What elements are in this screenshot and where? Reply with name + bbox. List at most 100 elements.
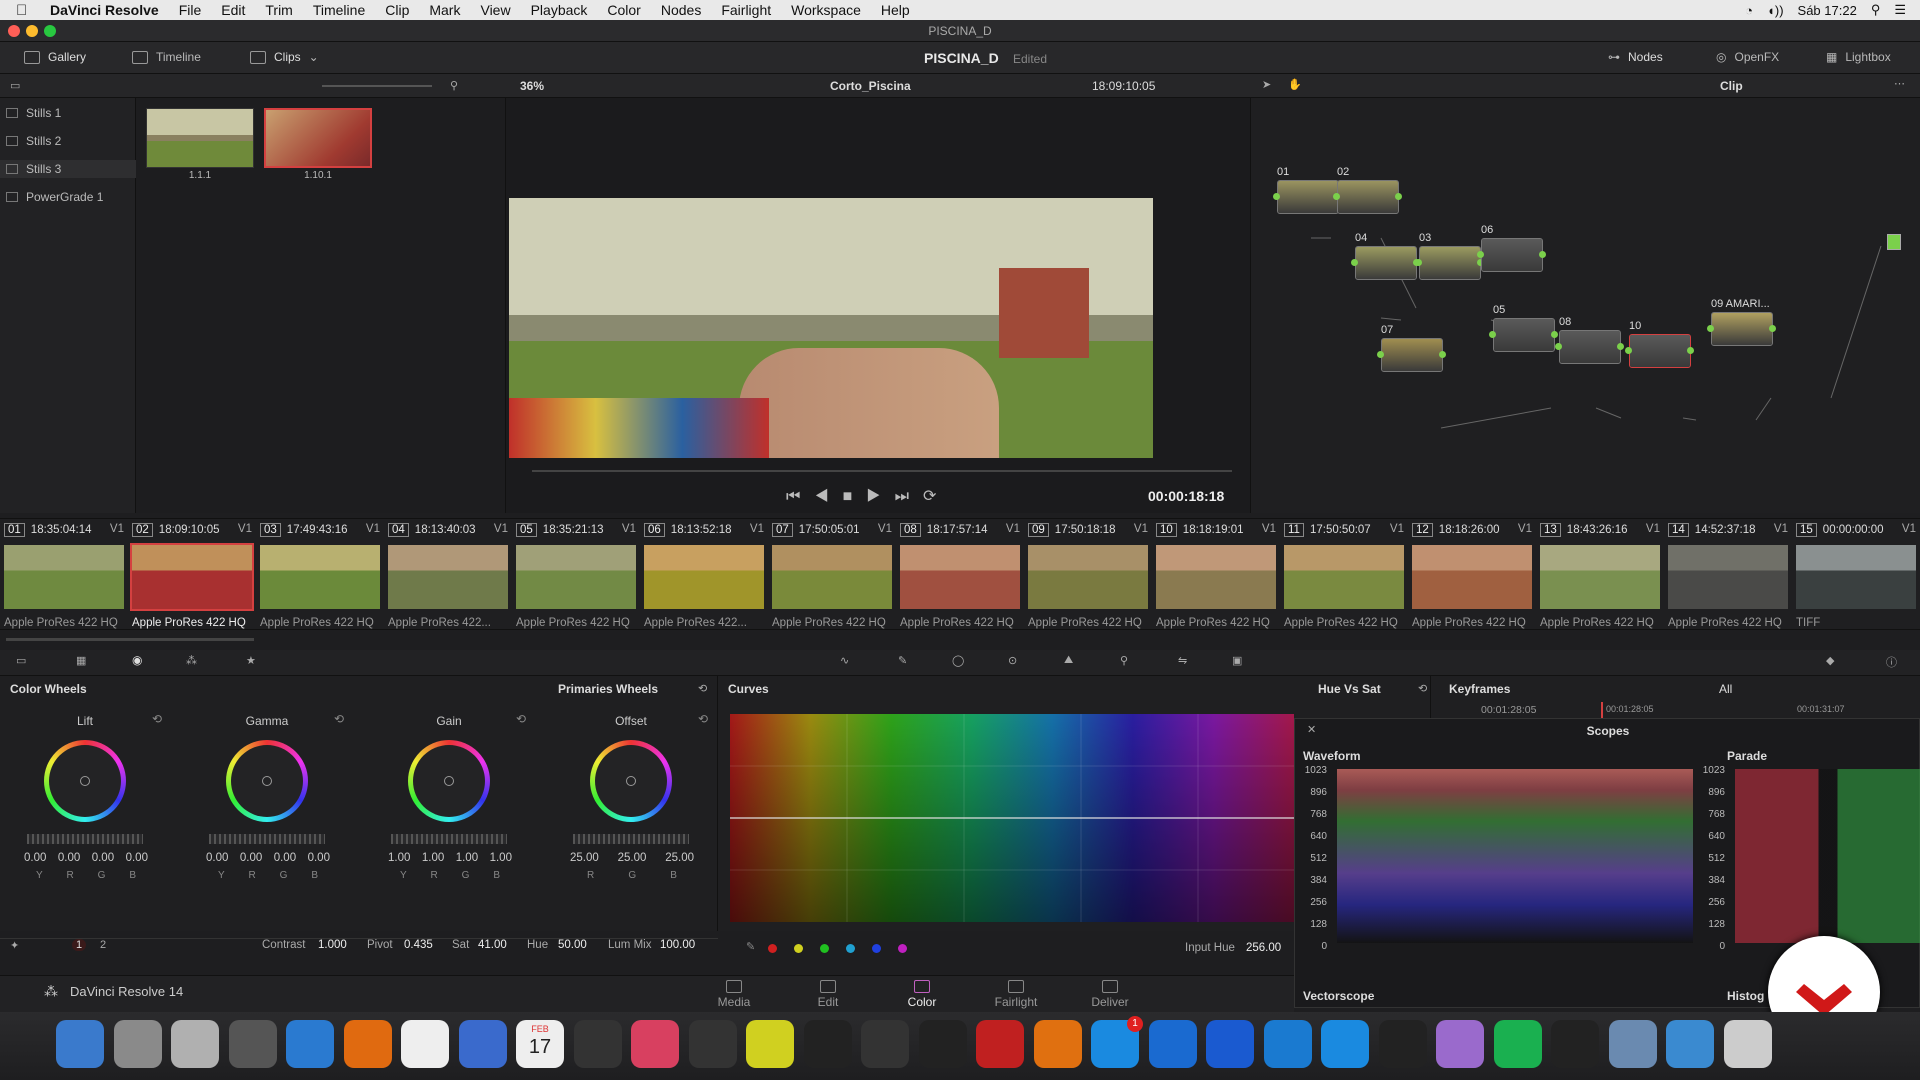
clip-04[interactable]: 04 18:13:40:03 V1 Apple ProRes 422... [384,519,512,631]
clip-05[interactable]: 05 18:35:21:13 V1 Apple ProRes 422 HQ [512,519,640,631]
clip-name-dropdown[interactable]: Corto_Piscina [830,79,911,93]
curve-mode-dropdown[interactable]: Hue Vs Sat [1318,682,1381,696]
node-output-dot[interactable] [1769,325,1776,332]
lightbox-tab[interactable]: ▦ Lightbox [1826,50,1891,64]
reset-icon[interactable]: ⟲ [152,712,162,726]
list-icon[interactable]: ☰ [1894,2,1906,18]
sat-value[interactable]: 41.00 [478,939,507,951]
dock-app-icon[interactable] [113,1020,162,1068]
master-wheel[interactable] [27,834,143,844]
menu-item-workspace[interactable]: Workspace [791,2,861,18]
node-input-dot[interactable] [1351,259,1358,266]
clip-03[interactable]: 03 17:49:43:16 V1 Apple ProRes 422 HQ [256,519,384,631]
stills-album-3[interactable]: Stills 3 [0,160,136,178]
wheel-value[interactable]: 0.00 [240,852,262,864]
wheel-value[interactable]: 0.00 [206,852,228,864]
wheel-value[interactable]: 1.00 [490,852,512,864]
node-03[interactable] [1419,246,1481,280]
color-match-icon[interactable]: ▦ [76,654,86,667]
clip-thumbnail[interactable] [772,545,892,609]
wheel-value[interactable]: 0.00 [126,852,148,864]
clip-thumbnail[interactable] [1540,545,1660,609]
clip-thumbnail[interactable] [1156,545,1276,609]
node-09[interactable] [1711,312,1773,346]
search-icon[interactable]: ⚲ [450,79,458,92]
clip-thumbnail[interactable] [1028,545,1148,609]
node-output-dot[interactable] [1395,193,1402,200]
dock-app-icon[interactable] [1033,1020,1082,1068]
dock-app-icon[interactable] [918,1020,967,1068]
node-input-dot[interactable] [1489,331,1496,338]
zoom-level[interactable]: 36% [520,79,544,93]
dock-app-icon[interactable] [1436,1020,1484,1068]
node-input-dot[interactable] [1625,347,1632,354]
hand-icon[interactable]: ✋ [1288,78,1302,91]
wheels-mode-dropdown[interactable]: Primaries Wheels [558,682,658,696]
still-thumbnail-selected[interactable] [264,108,372,168]
clip-thumbnail[interactable] [4,545,124,609]
node-mode-dropdown[interactable]: Clip [1720,79,1743,93]
wifi-icon[interactable]: ◔ [1745,3,1753,18]
cyan-swatch[interactable] [846,944,855,953]
menu-item-clip[interactable]: Clip [385,2,409,18]
apple-icon[interactable]:  [16,2,36,19]
node-output-dot[interactable] [1617,343,1624,350]
input-hue-value[interactable]: 256.00 [1246,942,1281,954]
clip-11[interactable]: 11 17:50:50:07 V1 Apple ProRes 422 HQ [1280,519,1408,631]
clip-02[interactable]: 02 18:09:10:05 V1 Apple ProRes 422 HQ [128,519,256,631]
red-swatch[interactable] [768,944,777,953]
clip-thumbnail[interactable] [900,545,1020,609]
dock-app-icon[interactable] [1608,1020,1657,1068]
clip-06[interactable]: 06 18:13:52:18 V1 Apple ProRes 422... [640,519,768,631]
curve-graph[interactable] [730,714,1294,922]
node-input-dot[interactable] [1555,343,1562,350]
menu-item-help[interactable]: Help [881,2,910,18]
lum-mix-value[interactable]: 100.00 [660,939,695,951]
vectorscope-dropdown[interactable]: Vectorscope [1303,989,1374,1003]
menu-item-color[interactable]: Color [607,2,640,18]
pivot-value[interactable]: 0.435 [404,939,433,951]
wheel-value[interactable]: 25.00 [665,852,694,864]
node-08[interactable] [1559,330,1621,364]
node-output-dot[interactable] [1539,251,1546,258]
dock-app-icon[interactable] [1551,1020,1599,1068]
transport-controls[interactable]: ⏮◀■▶⏭⟳ [786,486,950,506]
page-1-button[interactable]: 1 [72,939,87,951]
3d-icon[interactable]: ▣ [1232,654,1242,667]
dock-app-icon[interactable]: FEB 17 [516,1020,564,1068]
node-input-dot[interactable] [1377,351,1384,358]
node-output-dot[interactable] [1551,331,1558,338]
dock-app-icon[interactable] [631,1020,679,1068]
reset-icon[interactable]: ⟲ [334,712,344,726]
auto-balance-icon[interactable]: ✦ [10,939,19,952]
master-wheel[interactable] [573,834,689,844]
master-wheel[interactable] [209,834,325,844]
tracker-icon[interactable]: ⊙ [1008,654,1017,667]
wheel-value[interactable]: 25.00 [618,852,647,864]
node-input-dot[interactable] [1477,251,1484,258]
dock-app-icon[interactable] [976,1020,1024,1068]
page-deliver[interactable]: Deliver [1070,980,1150,1009]
dock-app-icon[interactable] [171,1020,219,1068]
curves-icon[interactable]: ∿ [840,654,849,667]
clip-07[interactable]: 07 17:50:05:01 V1 Apple ProRes 422 HQ [768,519,896,631]
dock-app-icon[interactable] [56,1020,104,1068]
color-wheel[interactable] [590,740,672,822]
reset-icon[interactable]: ⟲ [1418,682,1427,695]
parade-dropdown[interactable]: Parade [1727,749,1767,763]
histogram-dropdown[interactable]: Histog [1727,989,1764,1003]
wheel-handle[interactable] [80,776,90,786]
page-color[interactable]: Color [882,980,962,1009]
dock-app-icon[interactable] [1723,1020,1772,1068]
more-options-icon[interactable]: ⋯ [1894,77,1905,90]
dock-app-icon[interactable] [343,1020,392,1068]
clip-thumbnail[interactable] [1796,545,1916,609]
wheel-handle[interactable] [262,776,272,786]
node-04[interactable] [1355,246,1417,280]
menu-item-edit[interactable]: Edit [221,2,245,18]
node-05[interactable] [1493,318,1555,352]
clip-13[interactable]: 13 18:43:26:16 V1 Apple ProRes 422 HQ [1536,519,1664,631]
info-icon[interactable]: ⓘ [1886,654,1897,670]
zoom-window-button[interactable] [44,25,56,37]
menu-item-timeline[interactable]: Timeline [313,2,365,18]
